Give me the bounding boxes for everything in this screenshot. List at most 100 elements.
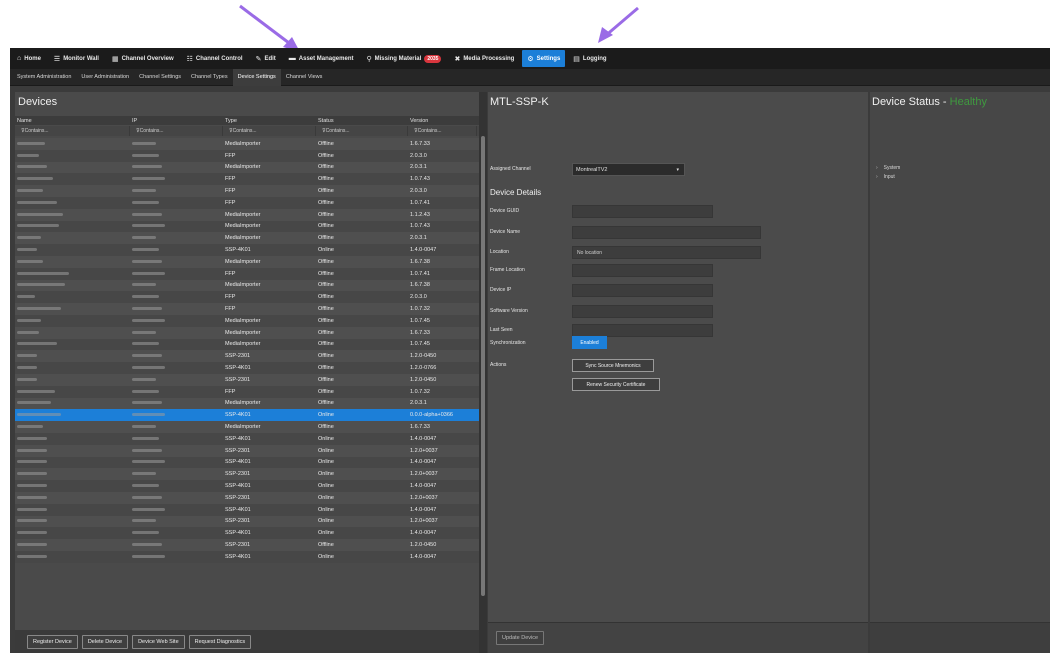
table-row[interactable]: SSP-2301 Online 1.2.0+0037 <box>15 468 484 481</box>
table-row[interactable]: MediaImporter Offline 1.6.7.33 <box>15 421 484 433</box>
table-row[interactable]: FFP Offline 1.0.7.43 <box>15 173 484 186</box>
column-header-ip[interactable]: IP <box>130 116 223 125</box>
location-input[interactable]: No location <box>572 246 761 259</box>
column-filter-status[interactable]: ⊽ Contains... <box>316 126 408 136</box>
table-row[interactable]: SSP-4K01 Online 1.4.0-0047 <box>15 456 484 469</box>
table-row[interactable]: SSP-4K01 Online 1.4.0-0047 <box>15 244 484 256</box>
device-guid-input[interactable] <box>572 205 713 218</box>
nav-label: Asset Management <box>298 55 354 62</box>
column-header-name[interactable]: Name <box>15 116 130 125</box>
table-row[interactable]: MediaImporter Offline 1.0.7.43 <box>15 220 484 233</box>
column-filter-version[interactable]: ⊽ Contains... <box>408 126 477 136</box>
table-row[interactable]: SSP-4K01 Online 0.0.0-alpha+0366 <box>15 409 484 422</box>
table-row[interactable]: MediaImporter Offline 2.0.3.1 <box>15 161 484 174</box>
device-ip-cell <box>130 282 223 288</box>
tab-channel-settings[interactable]: Channel Settings <box>134 69 186 86</box>
sync-source-mnemonics-button[interactable]: Sync Source Mnemonics <box>572 359 654 372</box>
device-web-site-button[interactable]: Device Web Site <box>132 634 185 649</box>
table-row[interactable]: MediaImporter Offline 1.0.7.45 <box>15 314 484 327</box>
nav-asset-management[interactable]: ▬ Asset Management <box>284 50 359 67</box>
tab-system-administration[interactable]: System Administration <box>12 69 76 86</box>
redacted-ip <box>132 295 159 299</box>
tab-channel-views[interactable]: Channel Views <box>281 69 328 86</box>
table-row[interactable]: FFP Offline 1.0.7.32 <box>15 303 484 315</box>
table-row[interactable]: SSP-2301 Offline 1.2.0-0450 <box>15 539 484 551</box>
table-row[interactable]: MediaImporter Offline 1.6.7.38 <box>15 279 484 292</box>
nav-logging[interactable]: ▤ Logging <box>568 50 611 67</box>
assigned-channel-select[interactable]: MontrealTV2 ▾ <box>572 163 685 176</box>
column-header-status[interactable]: Status <box>316 116 408 125</box>
table-row[interactable]: SSP-2301 Online 1.2.0+0037 <box>15 444 484 457</box>
device-status-cell: Offline <box>318 353 334 360</box>
table-row[interactable]: FFP Offline 1.0.7.41 <box>15 267 484 280</box>
redacted-name <box>17 366 37 370</box>
device-type-cell: FFP <box>225 199 236 206</box>
nav-media-processing[interactable]: ✖ Media Processing <box>449 50 519 67</box>
software-version-input[interactable] <box>572 305 713 318</box>
tab-user-administration[interactable]: User Administration <box>76 69 134 86</box>
table-row[interactable]: SSP-2301 Online 1.2.0+0037 <box>15 491 484 504</box>
nav-home[interactable]: ⌂ Home <box>12 50 46 67</box>
nav-settings[interactable]: ⚙ Settings <box>522 50 566 67</box>
status-item-input[interactable]: › Input <box>876 174 895 180</box>
device-version-cell: 2.0.3.0 <box>410 152 427 159</box>
table-row[interactable]: SSP-4K01 Online 1.4.0-0047 <box>15 480 484 492</box>
device-status-cell: Online <box>318 459 334 466</box>
device-status-cell: Online <box>318 553 334 560</box>
status-item-system[interactable]: › System <box>876 165 900 171</box>
nav-missing-material[interactable]: ⚲ Missing Material 2035 <box>361 50 446 67</box>
device-ip-input[interactable] <box>572 284 713 297</box>
table-row[interactable]: SSP-2301 Online 1.2.0+0037 <box>15 515 484 528</box>
table-row[interactable]: FFP Offline 2.0.3.0 <box>15 185 484 197</box>
device-status-label: Device Status - <box>872 96 947 108</box>
table-row[interactable]: MediaImporter Offline 1.6.7.38 <box>15 255 484 268</box>
scrollbar-thumb[interactable] <box>481 136 485 596</box>
tab-device-settings[interactable]: Device Settings <box>232 68 281 86</box>
nav-monitor-wall[interactable]: ☰ Monitor Wall <box>49 50 104 67</box>
renew-security-certificate-button[interactable]: Renew Security Certificate <box>572 378 660 391</box>
table-row[interactable]: SSP-4K01 Online 1.4.0-0047 <box>15 503 484 516</box>
table-row[interactable]: SSP-4K01 Offline 1.2.0-0766 <box>15 362 484 374</box>
table-row[interactable]: SSP-4K01 Online 1.4.0-0047 <box>15 432 484 445</box>
table-row[interactable]: SSP-2301 Offline 1.2.0-0450 <box>15 373 484 386</box>
table-row[interactable]: MediaImporter Offline 2.0.3.1 <box>15 232 484 245</box>
device-ip-cell <box>130 341 223 347</box>
table-row[interactable]: FFP Offline 2.0.3.0 <box>15 149 484 162</box>
table-row[interactable]: MediaImporter Offline 2.0.3.1 <box>15 397 484 410</box>
delete-device-button[interactable]: Delete Device <box>81 634 129 649</box>
synchronization-toggle[interactable]: Enabled <box>572 336 607 349</box>
column-filter-name[interactable]: ⊽ Contains... <box>15 126 130 136</box>
table-row[interactable]: FFP Offline 2.0.3.0 <box>15 291 484 304</box>
column-filter-type[interactable]: ⊽ Contains... <box>223 126 316 136</box>
redacted-ip <box>132 472 156 476</box>
request-diagnostics-button[interactable]: Request Diagnostics <box>188 634 252 649</box>
device-name-input[interactable] <box>572 226 761 239</box>
register-device-button[interactable]: Register Device <box>27 634 78 649</box>
devices-scrollbar[interactable] <box>479 92 487 653</box>
table-row[interactable]: MediaImporter Offline 1.6.7.33 <box>15 138 484 150</box>
table-row[interactable]: MediaImporter Offline 1.6.7.33 <box>15 326 484 339</box>
frame-location-input[interactable] <box>572 264 713 277</box>
update-device-button[interactable]: Update Device <box>496 631 545 645</box>
redacted-name <box>17 165 47 169</box>
column-filter-ip[interactable]: ⊽ Contains... <box>130 126 223 136</box>
device-status-title: Device Status - Healthy <box>872 96 987 108</box>
device-type-cell: SSP-4K01 <box>225 412 251 419</box>
table-row[interactable]: SSP-4K01 Online 1.4.0-0047 <box>15 550 484 563</box>
column-header-version[interactable]: Version <box>408 116 477 125</box>
nav-edit[interactable]: ✎ Edit <box>251 50 281 67</box>
redacted-name <box>17 330 39 334</box>
table-row[interactable]: FFP Offline 1.0.7.41 <box>15 196 484 209</box>
nav-channel-control[interactable]: ☷ Channel Control <box>182 50 248 67</box>
nav-label: Home <box>24 55 41 62</box>
column-header-type[interactable]: Type <box>223 116 316 125</box>
nav-channel-overview[interactable]: ▦ Channel Overview <box>107 50 179 67</box>
redacted-name <box>17 248 37 252</box>
tab-channel-types[interactable]: Channel Types <box>186 69 233 86</box>
redacted-ip <box>132 448 162 452</box>
table-row[interactable]: SSP-2301 Offline 1.2.0-0450 <box>15 350 484 363</box>
table-row[interactable]: SSP-4K01 Online 1.4.0-0047 <box>15 527 484 540</box>
table-row[interactable]: MediaImporter Offline 1.0.7.45 <box>15 338 484 351</box>
table-row[interactable]: MediaImporter Offline 1.1.2.43 <box>15 208 484 221</box>
table-row[interactable]: FFP Offline 1.0.7.32 <box>15 385 484 398</box>
